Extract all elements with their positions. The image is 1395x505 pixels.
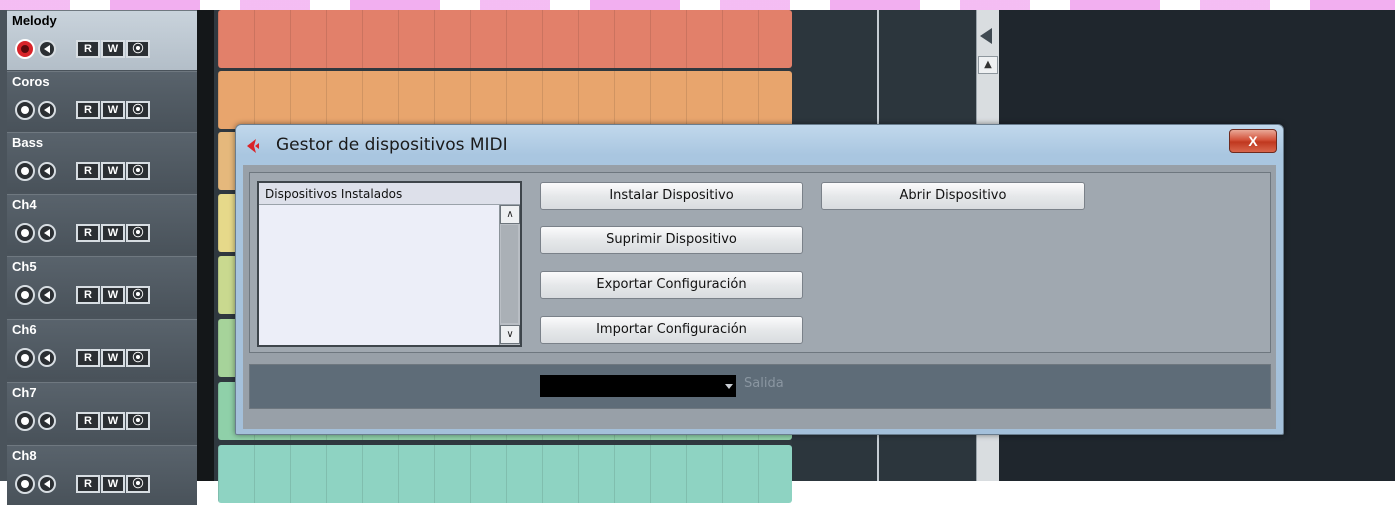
monitor-button[interactable] bbox=[38, 349, 56, 367]
cubase-logo-icon bbox=[247, 139, 259, 153]
open-device-button[interactable]: Abrir Dispositivo bbox=[821, 182, 1085, 210]
read-button[interactable]: R bbox=[76, 286, 100, 304]
export-configuration-button[interactable]: Exportar Configuración bbox=[540, 271, 803, 299]
read-button[interactable]: R bbox=[76, 475, 100, 493]
track-name: Ch6 bbox=[12, 322, 37, 337]
track-name: Coros bbox=[12, 74, 50, 89]
edit-in-place-icon[interactable]: ⦿ bbox=[126, 101, 150, 119]
edit-in-place-icon[interactable]: ⦿ bbox=[126, 475, 150, 493]
edit-in-place-icon[interactable]: ⦿ bbox=[126, 349, 150, 367]
monitor-button[interactable] bbox=[38, 412, 56, 430]
track-ch6[interactable]: Ch6 R W ⦿ bbox=[7, 319, 197, 379]
write-button[interactable]: W bbox=[101, 475, 125, 493]
edit-in-place-icon[interactable]: ⦿ bbox=[126, 224, 150, 242]
write-button[interactable]: W bbox=[101, 224, 125, 242]
track-lane[interactable] bbox=[218, 10, 792, 68]
monitor-button[interactable] bbox=[38, 40, 56, 58]
read-button[interactable]: R bbox=[76, 162, 100, 180]
write-button[interactable]: W bbox=[101, 349, 125, 367]
output-select[interactable] bbox=[540, 375, 736, 397]
dialog-title: Gestor de dispositivos MIDI bbox=[276, 135, 508, 155]
track-name: Ch5 bbox=[12, 259, 37, 274]
scroll-up-icon[interactable]: ▲ bbox=[978, 56, 998, 74]
monitor-button[interactable] bbox=[38, 224, 56, 242]
import-configuration-button[interactable]: Importar Configuración bbox=[540, 316, 803, 344]
monitor-button[interactable] bbox=[38, 286, 56, 304]
installed-devices-list[interactable]: Dispositivos Instalados ∧ ∨ bbox=[257, 181, 522, 347]
record-enable-button[interactable] bbox=[15, 348, 35, 368]
record-enable-button[interactable] bbox=[15, 223, 35, 243]
list-scrollbar[interactable]: ∧ ∨ bbox=[499, 205, 520, 345]
track-lane[interactable] bbox=[218, 445, 792, 503]
write-button[interactable]: W bbox=[101, 101, 125, 119]
read-button[interactable]: R bbox=[76, 101, 100, 119]
track-name: Melody bbox=[12, 13, 57, 28]
write-button[interactable]: W bbox=[101, 162, 125, 180]
track-bass[interactable]: Bass R W ⦿ bbox=[7, 132, 197, 192]
read-button[interactable]: R bbox=[76, 412, 100, 430]
scroll-thumb[interactable] bbox=[501, 225, 518, 323]
track-lane[interactable] bbox=[218, 71, 792, 129]
record-enable-button[interactable] bbox=[15, 161, 35, 181]
track-melody[interactable]: Melody R W ⦿ bbox=[7, 10, 197, 70]
track-ch4[interactable]: Ch4 R W ⦿ bbox=[7, 194, 197, 254]
track-ch7[interactable]: Ch7 R W ⦿ bbox=[7, 382, 197, 442]
remove-device-button[interactable]: Suprimir Dispositivo bbox=[540, 226, 803, 254]
track-divider bbox=[197, 10, 214, 481]
chevron-down-icon bbox=[725, 384, 733, 389]
output-panel: Salida bbox=[249, 364, 1271, 409]
record-enable-button[interactable] bbox=[15, 39, 35, 59]
dialog-titlebar[interactable]: Gestor de dispositivos MIDI X bbox=[236, 125, 1283, 165]
zoom-triangle-icon[interactable] bbox=[980, 28, 992, 44]
track-ch8[interactable]: Ch8 R W ⦿ bbox=[7, 445, 197, 505]
read-button[interactable]: R bbox=[76, 349, 100, 367]
edit-in-place-icon[interactable]: ⦿ bbox=[126, 412, 150, 430]
install-device-button[interactable]: Instalar Dispositivo bbox=[540, 182, 803, 210]
read-button[interactable]: R bbox=[76, 224, 100, 242]
track-name: Ch7 bbox=[12, 385, 37, 400]
record-enable-button[interactable] bbox=[15, 474, 35, 494]
track-name: Ch4 bbox=[12, 197, 37, 212]
edit-in-place-icon[interactable]: ⦿ bbox=[126, 40, 150, 58]
edit-in-place-icon[interactable]: ⦿ bbox=[126, 162, 150, 180]
track-list: Melody R W ⦿ Coros R W ⦿ Bass R W ⦿ Ch4 bbox=[0, 10, 197, 505]
list-header: Dispositivos Instalados bbox=[259, 183, 520, 205]
write-button[interactable]: W bbox=[101, 286, 125, 304]
dialog-client-area: Dispositivos Instalados ∧ ∨ Instalar Dis… bbox=[243, 165, 1276, 429]
monitor-button[interactable] bbox=[38, 162, 56, 180]
track-coros[interactable]: Coros R W ⦿ bbox=[7, 71, 197, 131]
record-enable-button[interactable] bbox=[15, 411, 35, 431]
output-label: Salida bbox=[744, 376, 784, 391]
write-button[interactable]: W bbox=[101, 412, 125, 430]
track-name: Ch8 bbox=[12, 448, 37, 463]
track-ch5[interactable]: Ch5 R W ⦿ bbox=[7, 256, 197, 316]
record-enable-button[interactable] bbox=[15, 285, 35, 305]
scroll-down-icon[interactable]: ∨ bbox=[500, 325, 520, 344]
record-enable-button[interactable] bbox=[15, 100, 35, 120]
monitor-button[interactable] bbox=[38, 101, 56, 119]
write-button[interactable]: W bbox=[101, 40, 125, 58]
edit-in-place-icon[interactable]: ⦿ bbox=[126, 286, 150, 304]
track-name: Bass bbox=[12, 135, 44, 150]
read-button[interactable]: R bbox=[76, 40, 100, 58]
close-button[interactable]: X bbox=[1229, 129, 1277, 153]
scroll-up-icon[interactable]: ∧ bbox=[500, 205, 520, 224]
devices-panel: Dispositivos Instalados ∧ ∨ Instalar Dis… bbox=[249, 172, 1271, 353]
monitor-button[interactable] bbox=[38, 475, 56, 493]
midi-device-manager-dialog: Gestor de dispositivos MIDI X Dispositiv… bbox=[235, 124, 1284, 435]
